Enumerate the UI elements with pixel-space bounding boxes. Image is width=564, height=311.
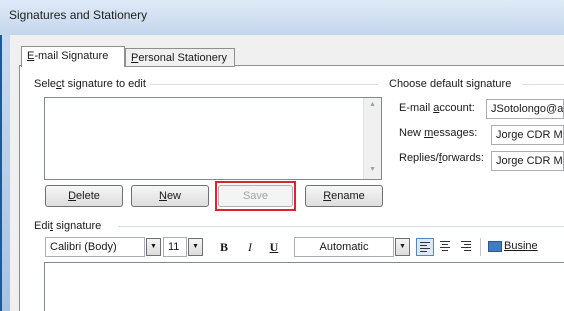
signature-list-scrollbar[interactable]: ▲ ▼	[363, 98, 381, 179]
business-card-icon	[488, 240, 502, 252]
font-name-dropdown-icon[interactable]: ▼	[146, 238, 161, 256]
email-account-select[interactable]: JSotolongo@at	[486, 99, 564, 119]
rename-button[interactable]: Rename	[305, 185, 383, 207]
underline-button[interactable]: U	[266, 240, 282, 255]
select-signature-title: Select signature to edit	[34, 78, 150, 90]
italic-button[interactable]: I	[242, 240, 258, 255]
align-center-icon[interactable]	[437, 238, 455, 256]
tab-label: -mail Signature	[34, 50, 109, 62]
highlight-box	[215, 181, 296, 211]
tab-email-signature[interactable]: E-mail Signature	[21, 46, 125, 67]
default-signature-title: Choose default signature	[389, 78, 516, 90]
new-button[interactable]: New	[131, 185, 209, 207]
signature-editor[interactable]	[44, 262, 564, 311]
tab-personal-stationery[interactable]: Personal Stationery	[125, 48, 235, 67]
font-size-select[interactable]: 11	[163, 237, 187, 257]
font-name-select[interactable]: Calibri (Body)	[45, 237, 145, 257]
scroll-up-icon[interactable]: ▲	[369, 101, 376, 108]
replies-forwards-label: Replies/forwards:	[399, 152, 484, 164]
email-account-label: E-mail account:	[399, 102, 475, 114]
align-right-icon[interactable]	[458, 238, 476, 256]
window-title: Signatures and Stationery	[9, 8, 148, 22]
font-color-dropdown-icon[interactable]: ▼	[395, 238, 410, 256]
edit-signature-title: Edit signature	[34, 220, 106, 232]
replies-forwards-select[interactable]: Jorge CDR M	[491, 151, 564, 171]
new-messages-select[interactable]: Jorge CDR M	[491, 125, 564, 145]
group-divider	[118, 226, 564, 227]
signature-list[interactable]	[44, 97, 382, 180]
group-divider	[522, 84, 564, 85]
group-divider	[150, 84, 378, 85]
toolbar-separator	[480, 238, 481, 256]
tab-label: ersonal Stationery	[138, 52, 228, 64]
window-frame-edge	[0, 35, 2, 311]
font-size-dropdown-icon[interactable]: ▼	[188, 238, 203, 256]
business-card-button[interactable]: Busine	[488, 240, 538, 252]
scroll-down-icon[interactable]: ▼	[369, 166, 376, 173]
new-messages-label: New messages:	[399, 127, 478, 139]
align-left-icon[interactable]	[416, 238, 434, 256]
font-color-select[interactable]: Automatic	[294, 237, 394, 257]
delete-button[interactable]: Delete	[45, 185, 123, 207]
bold-button[interactable]: B	[216, 240, 232, 255]
